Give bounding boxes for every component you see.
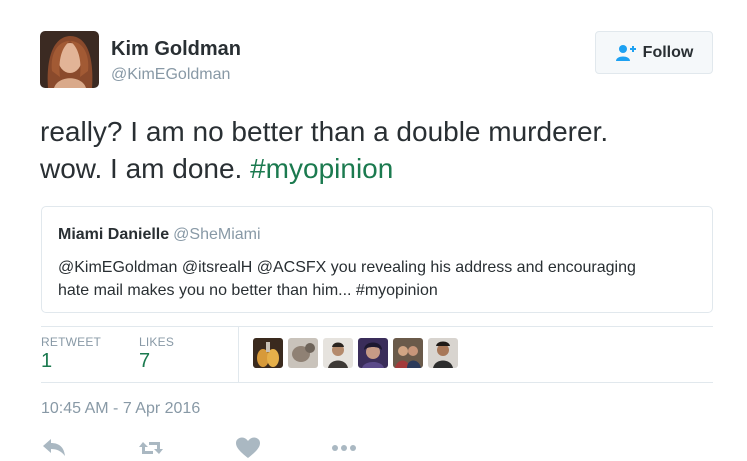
quoted-tweet-header: Miami Danielle @SheMiami bbox=[58, 226, 261, 244]
stats-top-divider bbox=[41, 326, 713, 327]
add-user-icon bbox=[615, 44, 637, 62]
quoted-tweet-text: @KimEGoldman @itsrealH @ACSFX you reveal… bbox=[58, 256, 698, 302]
tweet-text-line-1: really? I am no better than a double mur… bbox=[40, 116, 609, 147]
stats-bottom-divider bbox=[41, 382, 713, 383]
follow-label: Follow bbox=[642, 43, 694, 61]
retweets-label: RETWEET bbox=[41, 335, 102, 349]
tweet-text-line-2-body: wow. I am done. bbox=[40, 153, 251, 184]
author-avatar[interactable] bbox=[40, 31, 99, 88]
tweet-timestamp[interactable]: 10:45 AM - 7 Apr 2016 bbox=[41, 400, 200, 418]
quoted-author-handle: @SheMiami bbox=[173, 226, 261, 243]
tweet-text-line-2: wow. I am done. #myopinion bbox=[40, 150, 730, 187]
quoted-text-line-2: hate mail makes you no better than him..… bbox=[58, 282, 438, 299]
author-name[interactable]: Kim Goldman bbox=[111, 38, 241, 61]
liker-avatar[interactable] bbox=[428, 338, 458, 368]
liker-avatar[interactable] bbox=[358, 338, 388, 368]
quoted-author-name: Miami Danielle bbox=[58, 226, 170, 243]
heart-icon[interactable] bbox=[234, 436, 262, 460]
quoted-tweet[interactable]: Miami Danielle @SheMiami @KimEGoldman @it… bbox=[41, 206, 713, 313]
more-icon[interactable] bbox=[330, 436, 358, 460]
liker-avatar[interactable] bbox=[323, 338, 353, 368]
reply-icon[interactable] bbox=[40, 436, 68, 460]
liker-avatar[interactable] bbox=[393, 338, 423, 368]
tweet-text: really? I am no better than a double mur… bbox=[40, 113, 730, 187]
likes-count[interactable]: 7 bbox=[139, 350, 150, 373]
hashtag-link[interactable]: #myopinion bbox=[250, 153, 393, 184]
retweet-icon[interactable] bbox=[137, 436, 165, 460]
author-handle[interactable]: @KimEGoldman bbox=[111, 66, 230, 84]
liker-avatar[interactable] bbox=[253, 338, 283, 368]
likes-label: LIKES bbox=[139, 335, 175, 349]
follow-button[interactable]: Follow bbox=[595, 31, 713, 74]
liker-avatar[interactable] bbox=[288, 338, 318, 368]
retweets-count[interactable]: 1 bbox=[41, 350, 52, 373]
likers-avatars bbox=[253, 338, 458, 368]
quoted-text-line-1: @KimEGoldman @itsrealH @ACSFX you reveal… bbox=[58, 259, 636, 276]
stats-vertical-divider bbox=[238, 326, 239, 382]
